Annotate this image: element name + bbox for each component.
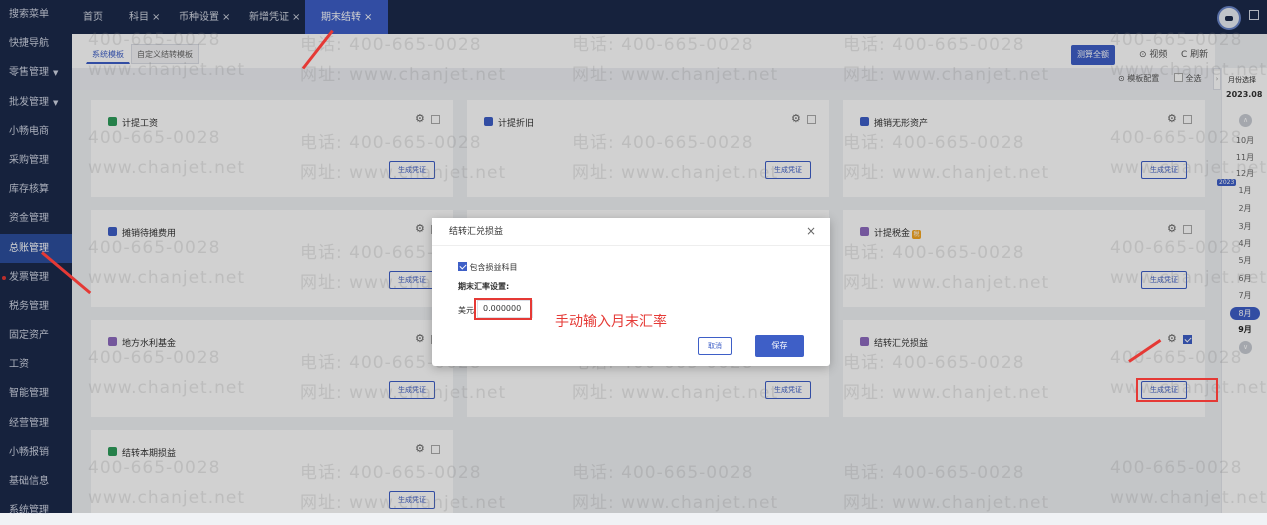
watermark-phone: 电话: 400-665-0028 xyxy=(843,243,1025,263)
watermark-site: 网址: www.chanjet.net xyxy=(843,493,1050,513)
watermark-phone: 电话: 400-665-0028 xyxy=(572,133,754,153)
watermark-site: www.chanjet.net xyxy=(88,60,246,80)
include-pl-label: 包含损益科目 xyxy=(469,263,518,272)
generate-button-highlight xyxy=(1136,378,1218,402)
watermark-phone: 400-665-0028 xyxy=(1110,238,1243,258)
watermark-phone: 电话: 400-665-0028 xyxy=(572,463,754,483)
rate-input-highlight xyxy=(474,298,532,320)
annotation-text: 手动输入月末汇率 xyxy=(555,314,667,330)
watermark-site: 网址: www.chanjet.net xyxy=(843,65,1050,85)
watermark-phone: 400-665-0028 xyxy=(1110,458,1243,478)
watermark-site: 网址: www.chanjet.net xyxy=(572,383,779,403)
watermark-phone: 400-665-0028 xyxy=(88,128,221,148)
dialog-title: 结转汇兑损益 xyxy=(432,218,830,246)
watermark-phone: 电话: 400-665-0028 xyxy=(843,35,1025,55)
watermark-site: www.chanjet.net xyxy=(88,158,246,178)
watermark-site: 网址: www.chanjet.net xyxy=(300,493,507,513)
watermark-site: 网址: www.chanjet.net xyxy=(300,383,507,403)
watermark-phone: 400-665-0028 xyxy=(88,238,221,258)
watermark-phone: 电话: 400-665-0028 xyxy=(300,463,482,483)
watermark-phone: 400-665-0028 xyxy=(1110,30,1243,50)
watermark-phone: 电话: 400-665-0028 xyxy=(843,463,1025,483)
watermark-site: www.chanjet.net xyxy=(1110,60,1267,80)
watermark-site: 网址: www.chanjet.net xyxy=(572,65,779,85)
watermark-site: www.chanjet.net xyxy=(1110,488,1267,508)
currency-label: 美元 xyxy=(458,306,474,315)
watermark-phone: 电话: 400-665-0028 xyxy=(843,133,1025,153)
watermark-phone: 400-665-0028 xyxy=(88,348,221,368)
watermark-site: 网址: www.chanjet.net xyxy=(572,493,779,513)
watermark-site: www.chanjet.net xyxy=(88,378,246,398)
watermark-site: www.chanjet.net xyxy=(88,268,246,288)
watermark-phone: 电话: 400-665-0028 xyxy=(300,133,482,153)
watermark-phone: 电话: 400-665-0028 xyxy=(843,353,1025,373)
exchange-gain-dialog: 结转汇兑损益 × 包含损益科目 期末汇率设置: 美元 0.000000 取消 保… xyxy=(432,218,830,366)
watermark-site: 网址: www.chanjet.net xyxy=(300,65,507,85)
watermark-site: 网址: www.chanjet.net xyxy=(300,163,507,183)
watermark-site: 网址: www.chanjet.net xyxy=(843,163,1050,183)
watermark-site: www.chanjet.net xyxy=(88,488,246,508)
watermark-site: 网址: www.chanjet.net xyxy=(572,163,779,183)
close-icon[interactable]: × xyxy=(806,224,816,238)
save-button[interactable]: 保存 xyxy=(755,335,804,357)
include-pl-checkbox[interactable] xyxy=(458,262,467,271)
rate-setting-title: 期末汇率设置: xyxy=(458,282,510,291)
cancel-button[interactable]: 取消 xyxy=(698,337,732,355)
watermark-phone: 400-665-0028 xyxy=(1110,128,1243,148)
include-pl-option[interactable]: 包含损益科目 xyxy=(458,262,518,273)
watermark-phone: 400-665-0028 xyxy=(88,30,221,50)
watermark-site: www.chanjet.net xyxy=(1110,158,1267,178)
watermark-phone: 电话: 400-665-0028 xyxy=(572,35,754,55)
watermark-site: 网址: www.chanjet.net xyxy=(843,383,1050,403)
watermark-phone: 400-665-0028 xyxy=(88,458,221,478)
watermark-site: www.chanjet.net xyxy=(1110,268,1267,288)
watermark-site: 网址: www.chanjet.net xyxy=(843,273,1050,293)
